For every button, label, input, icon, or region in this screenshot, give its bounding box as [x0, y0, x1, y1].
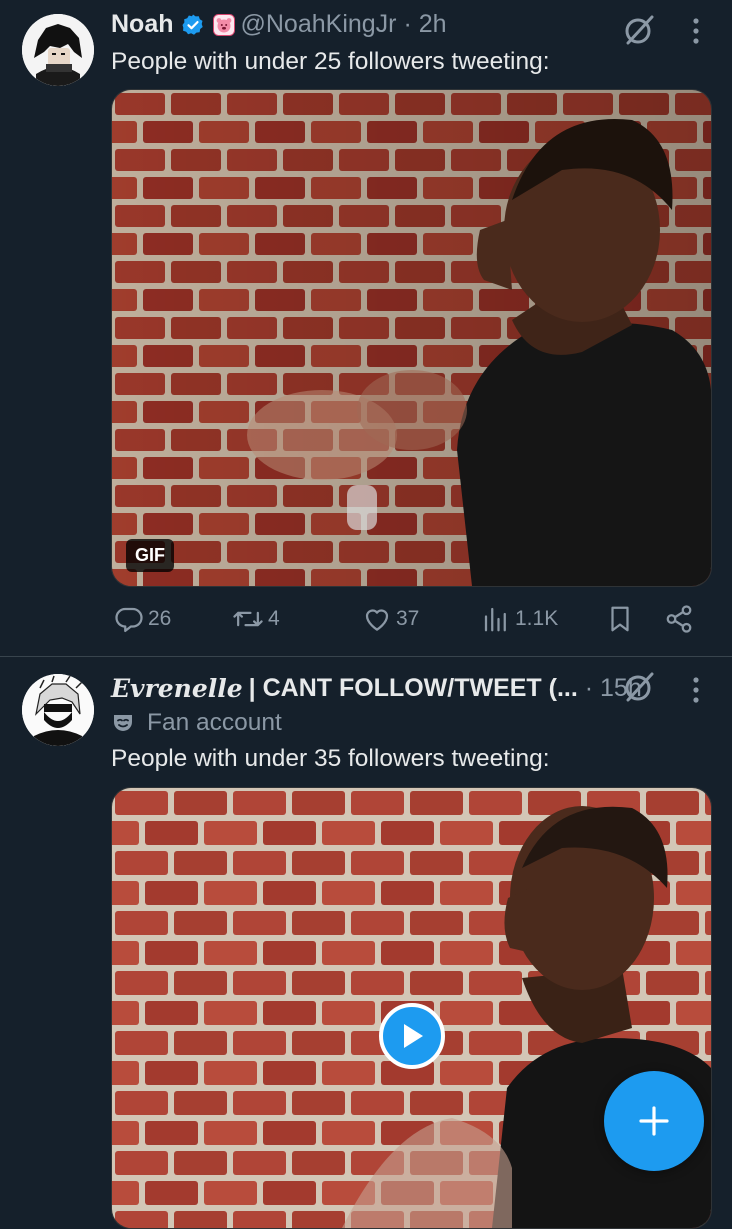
tweet-card[interactable]: Noah @NoahKingJr · 2h People with under … — [0, 0, 732, 656]
grok-icon[interactable] — [622, 670, 656, 704]
avatar[interactable] — [22, 674, 94, 746]
separator-dot: · — [577, 674, 601, 702]
bookmark-button[interactable] — [605, 604, 639, 634]
retweet-count: 4 — [268, 607, 280, 630]
fan-mask-icon — [114, 715, 132, 731]
tweet-gif[interactable]: GIF — [111, 89, 712, 587]
reply-button[interactable]: 26 — [114, 604, 171, 634]
more-options-icon[interactable] — [691, 675, 701, 705]
share-button[interactable] — [663, 604, 699, 634]
like-icon — [365, 609, 389, 631]
share-icon — [666, 605, 692, 633]
reply-icon — [115, 607, 143, 632]
compose-button[interactable] — [604, 1071, 704, 1171]
grok-icon[interactable] — [622, 13, 656, 47]
avatar[interactable] — [22, 14, 94, 86]
tweet-actions: 26 4 37 1.1K — [111, 604, 701, 644]
compose-plus-icon — [639, 1106, 669, 1136]
account-label-text: Fan account — [147, 709, 282, 736]
verified-badge-icon — [181, 13, 205, 37]
like-count: 37 — [396, 607, 420, 630]
retweet-button[interactable]: 4 — [232, 604, 280, 634]
view-count: 1.1K — [515, 607, 559, 630]
display-name[interactable]: Noah — [111, 10, 174, 39]
views-icon — [484, 607, 506, 632]
play-button[interactable] — [379, 1003, 445, 1069]
tweet-text: People with under 35 followers tweeting: — [111, 745, 550, 772]
display-name[interactable]: Evrenelle — [111, 674, 243, 703]
gif-badge: GIF — [126, 539, 174, 572]
account-label: Fan account — [111, 709, 282, 737]
retweet-icon — [233, 611, 263, 627]
display-name-suffix[interactable]: | CANT FOLLOW/TWEET (... — [249, 674, 578, 703]
reply-count: 26 — [148, 607, 172, 630]
timestamp[interactable]: 2h — [419, 10, 447, 39]
like-button[interactable]: 37 — [362, 604, 419, 634]
more-options-icon[interactable] — [691, 16, 701, 46]
views-button[interactable]: 1.1K — [481, 604, 558, 634]
tweet-text: People with under 25 followers tweeting: — [111, 48, 550, 75]
user-handle[interactable]: @NoahKingJr — [241, 10, 397, 39]
bookmark-icon — [611, 606, 629, 632]
play-icon — [404, 1024, 423, 1048]
affiliate-badge-icon[interactable] — [212, 13, 235, 36]
separator-dot: · — [396, 10, 419, 38]
tweet-header: Noah @NoahKingJr · 2h — [111, 10, 447, 39]
tweet-header: Evrenelle | CANT FOLLOW/TWEET (... · 15h — [111, 674, 642, 703]
tweet-video[interactable] — [111, 787, 712, 1229]
